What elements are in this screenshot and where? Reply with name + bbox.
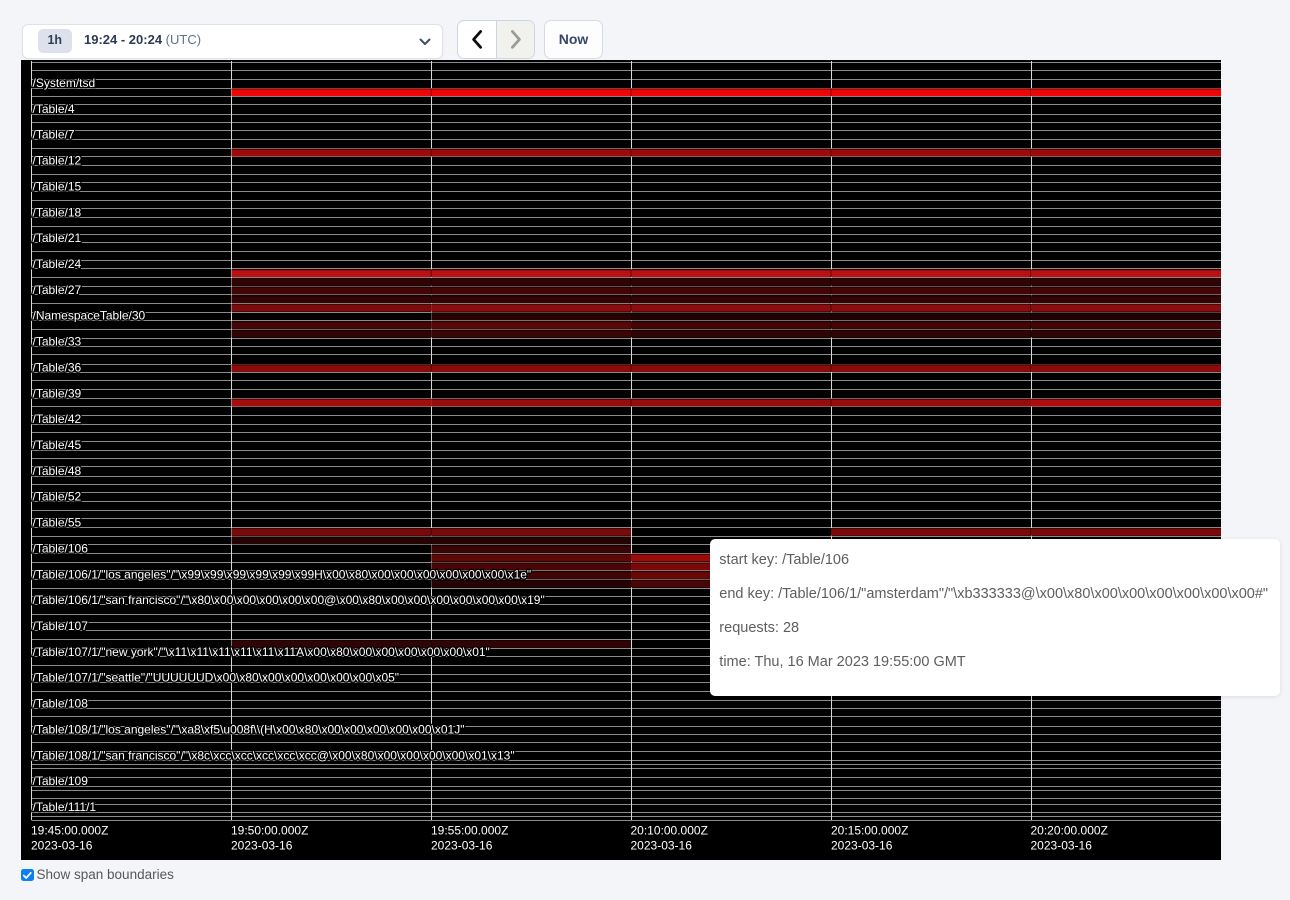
svg-text:/Table/107: /Table/107	[33, 619, 89, 633]
svg-text:/Table/45: /Table/45	[33, 438, 82, 452]
svg-text:20:20:00.000Z: 20:20:00.000Z	[1031, 824, 1108, 838]
svg-text:/Table/7: /Table/7	[33, 128, 75, 142]
svg-text:/Table/108/1/"san francisco"/": /Table/108/1/"san francisco"/"\x8c\xcc\x…	[33, 748, 515, 762]
svg-text:2023-03-16: 2023-03-16	[31, 838, 93, 852]
svg-text:/Table/4: /Table/4	[33, 102, 75, 116]
svg-text:19:50:00.000Z: 19:50:00.000Z	[231, 824, 308, 838]
svg-text:/Table/107/1/"seattle"/"UUUUUU: /Table/107/1/"seattle"/"UUUUUUD\x00\x80\…	[33, 671, 400, 685]
svg-text:/Table/39: /Table/39	[33, 386, 82, 400]
svg-text:/Table/106: /Table/106	[33, 541, 89, 555]
svg-text:/Table/33: /Table/33	[33, 335, 82, 349]
svg-text:2023-03-16: 2023-03-16	[431, 838, 493, 852]
svg-text:/Table/106/1/"los angeles"/"\x: /Table/106/1/"los angeles"/"\x99\x99\x99…	[33, 567, 532, 581]
svg-text:/NamespaceTable/30: /NamespaceTable/30	[33, 309, 146, 323]
svg-text:/Table/15: /Table/15	[33, 179, 82, 193]
svg-text:2023-03-16: 2023-03-16	[831, 838, 893, 852]
svg-text:/Table/55: /Table/55	[33, 516, 82, 530]
svg-text:20:10:00.000Z: 20:10:00.000Z	[631, 824, 708, 838]
svg-text:/Table/52: /Table/52	[33, 490, 82, 504]
svg-text:/Table/21: /Table/21	[33, 231, 82, 245]
svg-text:/Table/36: /Table/36	[33, 360, 82, 374]
svg-text:/Table/42: /Table/42	[33, 412, 82, 426]
svg-text:/Table/107/1/"new york"/"\x11\: /Table/107/1/"new york"/"\x11\x11\x11\x1…	[33, 645, 490, 659]
svg-text:/Table/111/1: /Table/111/1	[33, 800, 97, 814]
svg-text:19:55:00.000Z: 19:55:00.000Z	[431, 824, 508, 838]
svg-text:/Table/48: /Table/48	[33, 464, 82, 478]
svg-text:/Table/108: /Table/108	[33, 697, 89, 711]
svg-text:2023-03-16: 2023-03-16	[1031, 838, 1093, 852]
svg-text:2023-03-16: 2023-03-16	[231, 838, 293, 852]
svg-text:/System/tsd: /System/tsd	[33, 76, 96, 90]
svg-text:/Table/27: /Table/27	[33, 283, 82, 297]
svg-text:/Table/24: /Table/24	[33, 257, 82, 271]
svg-text:2023-03-16: 2023-03-16	[631, 838, 693, 852]
svg-text:/Table/18: /Table/18	[33, 205, 82, 219]
svg-text:/Table/108/1/"los angeles"/"\x: /Table/108/1/"los angeles"/"\xa8\xf5\u00…	[33, 723, 465, 737]
svg-text:/Table/109: /Table/109	[33, 774, 89, 788]
svg-text:20:15:00.000Z: 20:15:00.000Z	[831, 824, 908, 838]
svg-text:/Table/106/1/"san francisco"/": /Table/106/1/"san francisco"/"\x80\x00\x…	[33, 593, 545, 607]
svg-text:19:45:00.000Z: 19:45:00.000Z	[31, 824, 108, 838]
svg-text:/Table/12: /Table/12	[33, 154, 82, 168]
